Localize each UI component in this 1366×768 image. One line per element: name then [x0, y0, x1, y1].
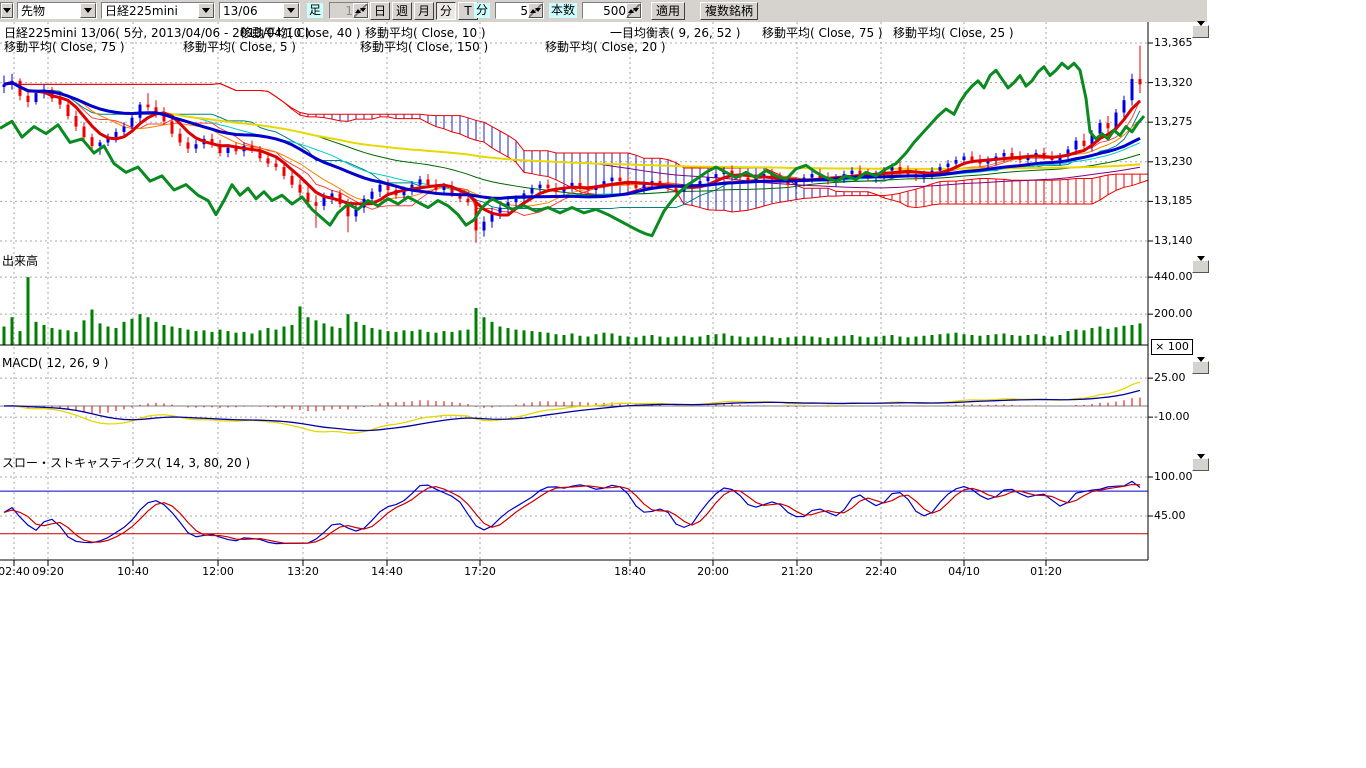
chevron-down-icon: [1197, 256, 1205, 280]
time-axis-label: 21:20: [781, 565, 813, 578]
value-axis-label: 13,365: [1154, 36, 1193, 49]
value-axis-label: 13,140: [1154, 234, 1193, 247]
macd-group: [0, 382, 1148, 433]
candles-group: [3, 46, 1142, 243]
volume-panel-dropdown-button[interactable]: [1192, 260, 1209, 273]
value-axis-label: -10.00: [1154, 410, 1189, 423]
time-axis-label: 01:20: [1030, 565, 1062, 578]
value-axis-label: 13,230: [1154, 155, 1193, 168]
stochastics-panel-title: スロー・ストキャスティクス( 14, 3, 80, 20 ): [2, 454, 250, 471]
chart-application-window: { "toolbar": { "partial_combo_arrow": "c…: [0, 0, 1366, 768]
stochastics-panel-dropdown-button[interactable]: [1192, 458, 1209, 471]
value-axis-label: 13,275: [1154, 115, 1193, 128]
value-axis-label: 100.00: [1154, 470, 1193, 483]
ma-thick-lines-group: [4, 83, 1140, 215]
time-axis-label: 09:20: [32, 565, 64, 578]
time-axis-label: 17:20: [464, 565, 496, 578]
time-axis-label: 20:00: [697, 565, 729, 578]
comparison-line-group: [0, 63, 1144, 235]
ichimoku-cloud-group: [4, 83, 1148, 211]
value-axis-label: 45.00: [1154, 509, 1186, 522]
volume-bars-group: [3, 277, 1142, 345]
time-axis-label: 18:40: [614, 565, 646, 578]
legend-item: 移動平均( Close, 150 ): [360, 38, 488, 55]
chevron-down-icon: [1197, 454, 1205, 478]
value-axis-label: 13,185: [1154, 194, 1193, 207]
price-panel-dropdown-button[interactable]: [1192, 25, 1209, 38]
axis-group: [0, 22, 1153, 566]
time-axis-label: 02:40: [0, 565, 30, 578]
value-axis-label: 440.00: [1154, 270, 1193, 283]
chevron-down-icon: [1197, 21, 1205, 45]
volume-multiplier-box: × 100: [1151, 339, 1193, 355]
time-axis-label: 14:40: [371, 565, 403, 578]
time-axis-label: 22:40: [865, 565, 897, 578]
stochastics-group: [0, 481, 1148, 543]
legend-item: 移動平均( Close, 25 ): [893, 24, 1014, 41]
legend-item: 移動平均( Close, 20 ): [545, 38, 666, 55]
legend-item: 移動平均( Close, 75 ): [4, 38, 125, 55]
value-axis-label: 13,320: [1154, 76, 1193, 89]
gridlines-group: [0, 22, 1148, 560]
legend-item: 移動平均( Close, 5 ): [183, 38, 296, 55]
macd-panel-title: MACD( 12, 26, 9 ): [2, 356, 108, 370]
volume-panel-title: 出来高: [2, 252, 38, 269]
time-axis-label: 12:00: [202, 565, 234, 578]
value-axis-label: 200.00: [1154, 307, 1193, 320]
macd-panel-dropdown-button[interactable]: [1192, 361, 1209, 374]
legend-item: 移動平均( Close, 75 ): [762, 24, 883, 41]
time-axis-label: 13:20: [287, 565, 319, 578]
chevron-down-icon: [1197, 357, 1205, 381]
value-axis-label: 25.00: [1154, 371, 1186, 384]
time-axis-label: 10:40: [117, 565, 149, 578]
time-axis-label: 04/10: [948, 565, 980, 578]
